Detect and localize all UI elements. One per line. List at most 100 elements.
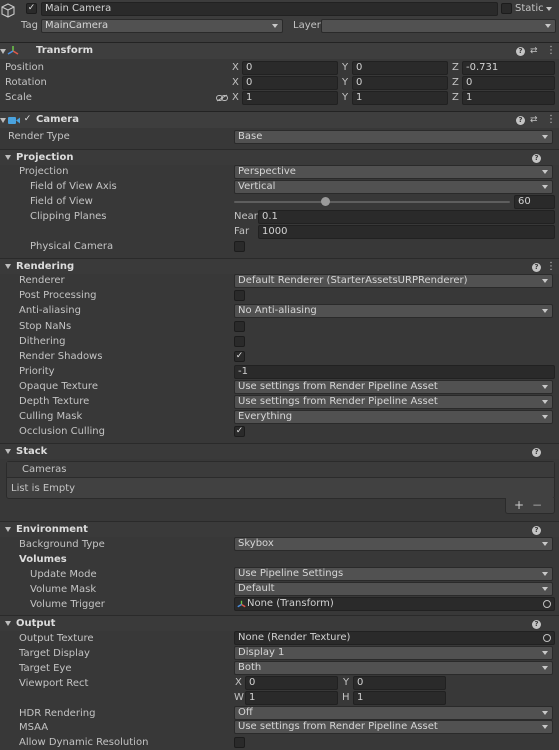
position-x-field[interactable]: 0 [242, 61, 338, 75]
position-x-label[interactable]: X [232, 61, 239, 75]
volume-trigger-field[interactable]: None (Transform) [234, 597, 555, 611]
fov-slider-track[interactable] [234, 201, 510, 203]
near-field[interactable]: 0.1 [258, 210, 555, 224]
render-type-dropdown[interactable]: Base [234, 130, 553, 144]
cube-icon [1, 3, 15, 18]
chevron-down-icon[interactable] [5, 527, 11, 532]
presets-icon[interactable]: ⇄ [530, 115, 538, 125]
stack-section-header[interactable]: Stack ? [0, 443, 559, 459]
scale-y-field[interactable]: 1 [352, 91, 448, 105]
viewport-w-label[interactable]: W [234, 691, 244, 705]
viewport-h-label[interactable]: H [342, 691, 350, 705]
tag-label: Tag [21, 20, 38, 31]
target-eye-dropdown[interactable]: Both [234, 661, 553, 675]
far-field[interactable]: 1000 [258, 225, 555, 239]
help-icon[interactable]: ? [532, 620, 541, 629]
fov-field[interactable]: 60 [514, 195, 555, 209]
position-y-label[interactable]: Y [342, 61, 348, 75]
scale-z-label[interactable]: Z [452, 91, 459, 105]
occlusion-culling-checkbox[interactable]: ✓ [234, 426, 245, 437]
rotation-z-label[interactable]: Z [452, 76, 459, 90]
opaque-texture-dropdown[interactable]: Use settings from Render Pipeline Asset [234, 380, 553, 394]
scale-y-label[interactable]: Y [342, 91, 348, 105]
chevron-down-icon[interactable] [5, 155, 11, 160]
viewport-x-field[interactable]: 0 [245, 676, 338, 690]
fov-axis-label: Field of View Axis [30, 181, 117, 192]
presets-icon[interactable]: ⇄ [530, 46, 538, 56]
help-icon[interactable]: ? [532, 526, 541, 535]
depth-texture-dropdown[interactable]: Use settings from Render Pipeline Asset [234, 395, 553, 409]
position-z-field[interactable]: -0.731 [462, 61, 555, 75]
rendering-section-header[interactable]: Rendering ? ⋮ [0, 258, 559, 274]
culling-mask-dropdown[interactable]: Everything [234, 410, 553, 424]
transform-header[interactable]: Transform ? ⇄ ⋮ [0, 42, 559, 59]
help-icon[interactable]: ? [532, 448, 541, 457]
fov-axis-dropdown[interactable]: Vertical [234, 180, 553, 194]
viewport-y-label[interactable]: Y [343, 676, 349, 690]
target-display-dropdown[interactable]: Display 1 [234, 646, 553, 660]
position-y-field[interactable]: 0 [352, 61, 448, 75]
rotation-y-field[interactable]: 0 [352, 76, 448, 90]
dithering-checkbox[interactable] [234, 336, 245, 347]
chevron-down-icon[interactable] [5, 621, 11, 626]
renderer-dropdown[interactable]: Default Renderer (StarterAssetsURPRender… [234, 274, 553, 288]
camera-title: Camera [36, 114, 79, 125]
add-icon[interactable]: + [514, 498, 524, 512]
scale-x-field[interactable]: 1 [242, 91, 338, 105]
render-shadows-checkbox[interactable]: ✓ [234, 351, 245, 362]
more-options-icon[interactable]: ⋮ [546, 46, 556, 56]
output-section-header[interactable]: Output ? [0, 615, 559, 631]
tag-dropdown[interactable]: MainCamera [41, 19, 283, 33]
anti-aliasing-dropdown[interactable]: No Anti-aliasing [234, 304, 553, 318]
chevron-down-icon[interactable] [5, 264, 11, 269]
fov-slider-thumb[interactable] [321, 197, 331, 206]
viewport-w-field[interactable]: 1 [245, 691, 338, 705]
dynamic-resolution-checkbox[interactable] [234, 737, 245, 748]
layer-dropdown[interactable] [321, 19, 556, 33]
update-mode-dropdown[interactable]: Use Pipeline Settings [234, 567, 553, 581]
environment-section-header[interactable]: Environment ? [0, 521, 559, 537]
hdr-rendering-dropdown[interactable]: Off [234, 706, 553, 720]
help-icon[interactable]: ? [516, 47, 525, 56]
physical-camera-checkbox[interactable] [234, 241, 245, 252]
rotation-label: Rotation [5, 77, 47, 88]
scale-x-label[interactable]: X [232, 91, 239, 105]
stop-nans-checkbox[interactable] [234, 321, 245, 332]
link-icon[interactable] [216, 94, 228, 102]
object-picker-icon[interactable] [543, 634, 551, 642]
help-icon[interactable]: ? [516, 116, 525, 125]
camera-enabled-checkbox[interactable]: ✓ [22, 115, 33, 126]
projection-section-header[interactable]: Projection ? [0, 149, 559, 165]
chevron-down-icon[interactable] [0, 49, 6, 54]
projection-dropdown[interactable]: Perspective [234, 165, 553, 179]
object-name-field[interactable]: Main Camera [41, 2, 498, 16]
position-label: Position [5, 62, 44, 73]
msaa-dropdown[interactable]: Use settings from Render Pipeline Asset [234, 720, 553, 734]
static-dropdown-icon[interactable] [546, 7, 552, 11]
viewport-h-field[interactable]: 1 [353, 691, 446, 705]
help-icon[interactable]: ? [532, 263, 541, 272]
viewport-x-label[interactable]: X [235, 676, 242, 690]
volume-mask-dropdown[interactable]: Default [234, 582, 553, 596]
viewport-y-field[interactable]: 0 [353, 676, 446, 690]
camera-header[interactable]: ✓ Camera ? ⇄ ⋮ [0, 111, 559, 128]
position-z-label[interactable]: Z [452, 61, 459, 75]
rotation-y-label[interactable]: Y [342, 76, 348, 90]
help-icon[interactable]: ? [532, 154, 541, 163]
output-texture-field[interactable]: None (Render Texture) [234, 631, 555, 645]
chevron-down-icon[interactable] [5, 449, 11, 454]
static-checkbox[interactable] [501, 3, 512, 14]
post-processing-checkbox[interactable] [234, 290, 245, 301]
rotation-z-field[interactable]: 0 [462, 76, 555, 90]
chevron-down-icon[interactable] [0, 118, 6, 123]
rotation-x-label[interactable]: X [232, 76, 239, 90]
more-options-icon[interactable]: ⋮ [546, 115, 556, 125]
active-checkbox[interactable]: ✓ [26, 3, 37, 14]
priority-field[interactable]: -1 [234, 365, 555, 379]
rotation-x-field[interactable]: 0 [242, 76, 338, 90]
object-picker-icon[interactable] [543, 600, 551, 608]
remove-icon[interactable]: − [532, 498, 542, 512]
background-type-dropdown[interactable]: Skybox [234, 537, 553, 551]
scale-z-field[interactable]: 1 [462, 91, 555, 105]
more-options-icon[interactable]: ⋮ [546, 262, 556, 272]
